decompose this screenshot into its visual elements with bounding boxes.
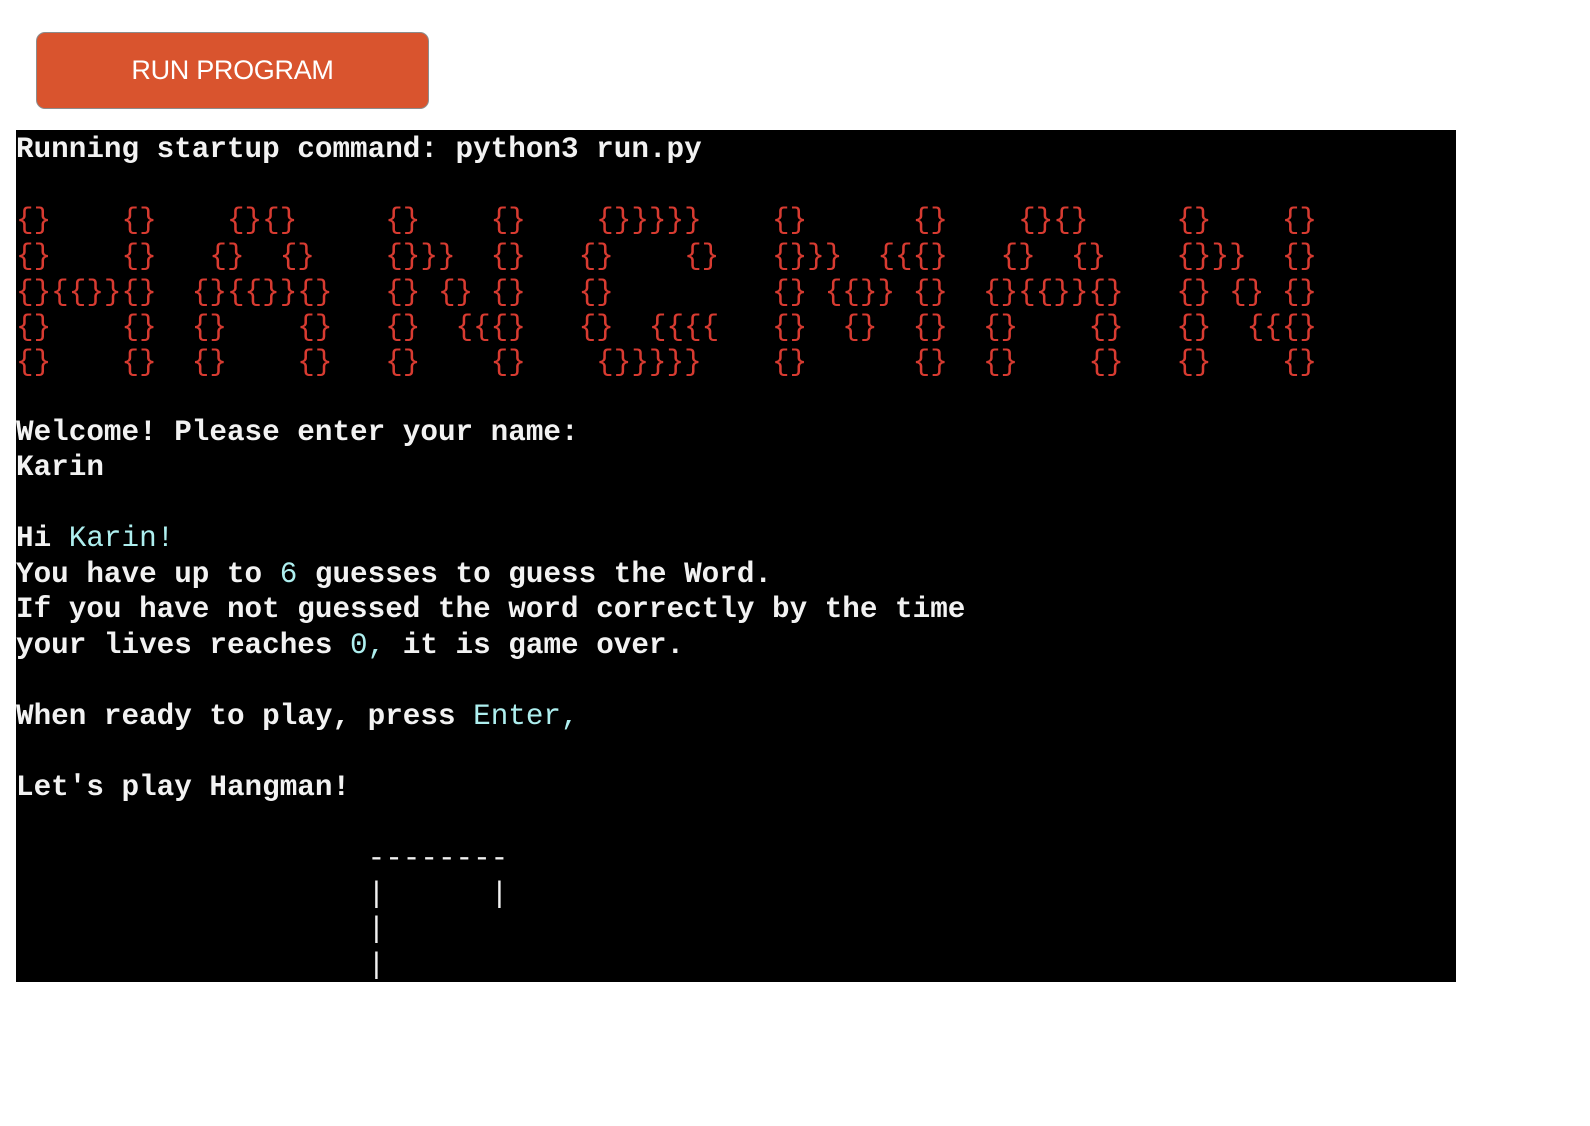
lives-suffix: it is game over.	[385, 629, 685, 662]
lives-value: 0,	[350, 629, 386, 662]
guesses-suffix: guesses to guess the Word.	[297, 558, 772, 591]
title-art-line: {}{{}}{} {}{{}}{} {} {} {} {} {} {{}} {}…	[16, 276, 1317, 309]
title-art-line: {} {} {}{} {} {} {}}}}} {} {} {}{} {} {}	[16, 204, 1317, 237]
lives-line: your lives reaches 0, it is game over.	[16, 628, 684, 664]
player-name: Karin!	[68, 522, 175, 555]
guesses-prefix: You have up to	[16, 558, 280, 591]
gallows-line: | |	[16, 878, 509, 911]
guesses-count: 6	[279, 558, 298, 591]
title-art-line: {} {} {} {} {}}} {} {} {} {}}} {{{} {} {…	[16, 240, 1317, 273]
enter-key-label: Enter,	[473, 700, 579, 733]
title-art-line: {} {} {} {} {} {{{} {} {{{{ {} {} {} {} …	[16, 311, 1317, 344]
lets-play-line: Let's play Hangman!	[16, 771, 351, 804]
ready-line: When ready to play, press Enter,	[16, 699, 579, 735]
rule-line: If you have not guessed the word correct…	[16, 593, 966, 626]
guesses-line: You have up to 6 guesses to guess the Wo…	[16, 557, 772, 593]
gallows-line: --------	[16, 842, 509, 875]
gallows-line: |	[16, 913, 386, 946]
greeting-prefix: Hi	[16, 522, 69, 555]
terminal-output[interactable]: Running startup command: python3 run.py …	[16, 130, 1456, 982]
run-program-button[interactable]: RUN PROGRAM	[36, 32, 429, 109]
welcome-prompt: Welcome! Please enter your name:	[16, 416, 579, 449]
lives-prefix: your lives reaches	[16, 629, 351, 662]
title-art-line: {} {} {} {} {} {} {}}}}} {} {} {} {} {} …	[16, 346, 1317, 379]
ready-prefix: When ready to play, press	[16, 700, 474, 733]
entered-name: Karin	[16, 451, 104, 484]
greeting-line: Hi Karin!	[16, 521, 174, 557]
startup-command-line: Running startup command: python3 run.py	[16, 133, 702, 166]
gallows-line: |	[16, 949, 386, 982]
